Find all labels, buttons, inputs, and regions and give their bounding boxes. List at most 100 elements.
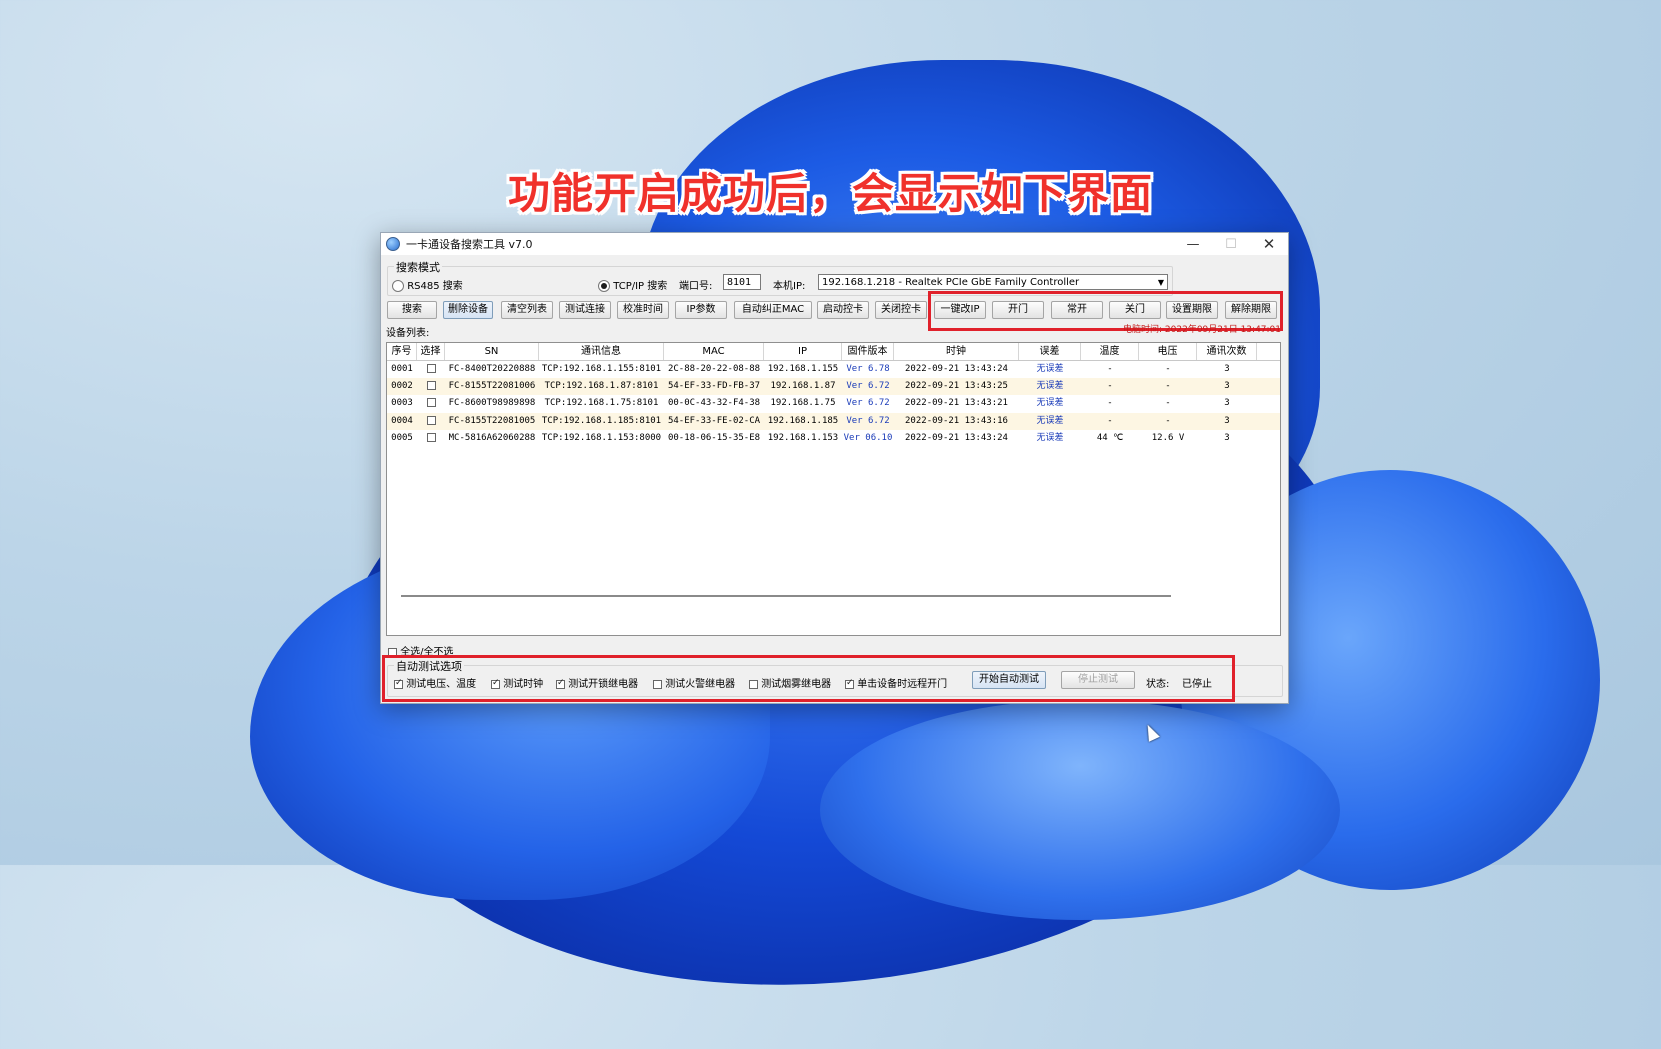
cell-temperature: - — [1107, 415, 1113, 426]
column-header[interactable]: IP — [764, 343, 842, 360]
cell-ip: 192.168.1.75 — [770, 398, 836, 409]
window-title: 一卡通设备搜索工具 v7.0 — [406, 238, 533, 251]
cell-select[interactable] — [417, 413, 445, 430]
table-row[interactable]: 0001 FC-8400T20220888 TCP:192.168.1.155:… — [387, 361, 1280, 378]
table-row[interactable]: 0003 FC-8600T98989898 TCP:192.168.1.75:8… — [387, 395, 1280, 412]
minimize-button[interactable]: — — [1174, 233, 1212, 255]
cell-no: 0002 — [391, 381, 413, 392]
cell-sn: MC-5816A62060288 — [448, 432, 536, 443]
row-checkbox[interactable] — [426, 398, 436, 408]
cell-no: 0001 — [391, 364, 413, 374]
row-checkbox[interactable] — [426, 415, 436, 425]
row-checkbox[interactable] — [426, 364, 436, 373]
cell-version: Ver 6.72 — [842, 413, 894, 430]
highlight-box-auto-test — [382, 655, 1235, 702]
cell-clock: 2022-09-21 13:43:25 — [905, 381, 1008, 392]
cell-error: 无误差 — [1019, 413, 1081, 430]
local-ip-select[interactable]: 192.168.1.218 - Realtek PCIe GbE Family … — [818, 274, 1168, 290]
tcpip-radio[interactable]: TCP/IP 搜索 — [598, 277, 667, 292]
error-text: 无误差 — [1036, 432, 1064, 443]
cell-ip: 192.168.1.87 — [770, 381, 836, 392]
cell-voltage: - — [1165, 415, 1171, 426]
column-header[interactable]: SN — [445, 343, 539, 360]
delete-device-button[interactable]: 删除设备 — [443, 301, 493, 319]
cell-select[interactable] — [417, 361, 445, 378]
column-header[interactable]: MAC — [664, 343, 764, 360]
error-text: 无误差 — [1036, 364, 1064, 374]
version-text: Ver 6.72 — [846, 398, 890, 409]
error-text: 无误差 — [1036, 415, 1064, 426]
table-row[interactable]: 0002 FC-8155T22081006 TCP:192.168.1.87:8… — [387, 378, 1280, 396]
version-text: Ver 6.72 — [846, 415, 890, 426]
cell-error: 无误差 — [1019, 395, 1081, 412]
clear-list-button[interactable]: 清空列表 — [501, 301, 553, 319]
cell-comm: TCP:192.168.1.185:8101 — [541, 415, 662, 426]
table-row[interactable]: 0004 FC-8155T22081005 TCP:192.168.1.185:… — [387, 412, 1280, 430]
start-card-control-button[interactable]: 启动控卡 — [817, 301, 869, 319]
wallpaper-bloom-petal — [820, 700, 1340, 920]
cell-temperature: - — [1107, 381, 1113, 392]
search-button[interactable]: 搜索 — [387, 301, 437, 319]
cell-select[interactable] — [417, 430, 445, 447]
cell-no: 0005 — [391, 432, 413, 443]
cell-comm: TCP:192.168.1.87:8101 — [544, 381, 659, 392]
video-caption: 功能开启成功后，会显示如下界面 — [507, 169, 1153, 218]
cell-no: 0003 — [391, 398, 413, 409]
magnifier-icon — [386, 237, 400, 251]
pc-clock-text: 电脑时间: 2022年09月21日 13:47:01 — [1123, 325, 1281, 335]
column-header[interactable]: 误差 — [1019, 343, 1081, 360]
row-checkbox[interactable] — [426, 381, 436, 391]
tcpip-label: TCP/IP 搜索 — [613, 281, 668, 292]
error-text: 无误差 — [1036, 381, 1064, 392]
column-header[interactable]: 温度 — [1081, 343, 1139, 360]
rs485-radio-indicator[interactable] — [392, 280, 404, 292]
cell-select[interactable] — [417, 378, 445, 395]
cell-clock: 2022-09-21 13:43:24 — [905, 364, 1008, 374]
test-connection-button[interactable]: 测试连接 — [559, 301, 611, 319]
chevron-down-icon[interactable]: ▼ — [1158, 275, 1164, 291]
version-text: Ver 6.78 — [846, 364, 890, 374]
row-checkbox[interactable] — [426, 432, 436, 442]
error-text: 无误差 — [1036, 398, 1064, 409]
cell-mac: 54-EF-33-FE-02-CA — [667, 415, 761, 426]
cell-no: 0004 — [391, 415, 413, 426]
calibrate-time-button[interactable]: 校准时间 — [617, 301, 669, 319]
column-header[interactable]: 选择 — [417, 343, 445, 360]
auto-fix-mac-button[interactable]: 自动纠正MAC — [734, 301, 812, 319]
column-header[interactable]: 固件版本 — [842, 343, 894, 360]
cell-select[interactable] — [417, 395, 445, 412]
cell-error: 无误差 — [1019, 378, 1081, 395]
ip-params-button[interactable]: IP参数 — [675, 301, 727, 319]
device-list-label: 设备列表: — [386, 328, 430, 339]
port-input[interactable]: 8101 — [723, 274, 761, 290]
title-bar[interactable]: 一卡通设备搜索工具 v7.0 — ☐ ✕ — [381, 233, 1288, 255]
close-button[interactable]: ✕ — [1250, 233, 1288, 255]
cell-mac: 54-EF-33-FD-FB-37 — [667, 381, 761, 392]
horizontal-scrollbar[interactable] — [401, 595, 1171, 597]
cell-clock: 2022-09-21 13:43:16 — [905, 415, 1008, 426]
column-header[interactable]: 时钟 — [894, 343, 1019, 360]
cell-version: Ver 06.10 — [842, 430, 894, 447]
tcpip-radio-indicator[interactable] — [598, 280, 610, 292]
cell-version: Ver 6.72 — [842, 378, 894, 395]
table-row[interactable]: 0005 MC-5816A62060288 TCP:192.168.1.153:… — [387, 430, 1280, 447]
maximize-button[interactable]: ☐ — [1212, 233, 1250, 255]
stop-card-control-button[interactable]: 关闭控卡 — [875, 301, 927, 319]
cell-sn: FC-8155T22081005 — [448, 415, 536, 426]
cell-mac: 00-0C-43-32-F4-38 — [667, 398, 761, 409]
local-ip-label: 本机IP: — [773, 281, 806, 292]
cell-count: 3 — [1224, 381, 1230, 392]
column-header[interactable]: 序号 — [387, 343, 417, 360]
column-header[interactable]: 通讯次数 — [1197, 343, 1257, 360]
cell-ip: 192.168.1.153 — [767, 432, 839, 443]
rs485-radio[interactable]: RS485 搜索 — [392, 277, 463, 292]
cell-ip: 192.168.1.155 — [767, 364, 839, 374]
column-header[interactable]: 电压 — [1139, 343, 1197, 360]
cell-sn: FC-8400T20220888 — [448, 364, 536, 374]
cell-count: 3 — [1224, 398, 1230, 409]
cell-voltage: - — [1165, 381, 1171, 392]
column-header[interactable]: 通讯信息 — [539, 343, 664, 360]
cell-mac: 00-18-06-15-35-E8 — [667, 432, 761, 443]
cell-voltage: 12.6 V — [1151, 432, 1185, 443]
cell-comm: TCP:192.168.1.75:8101 — [544, 398, 659, 409]
